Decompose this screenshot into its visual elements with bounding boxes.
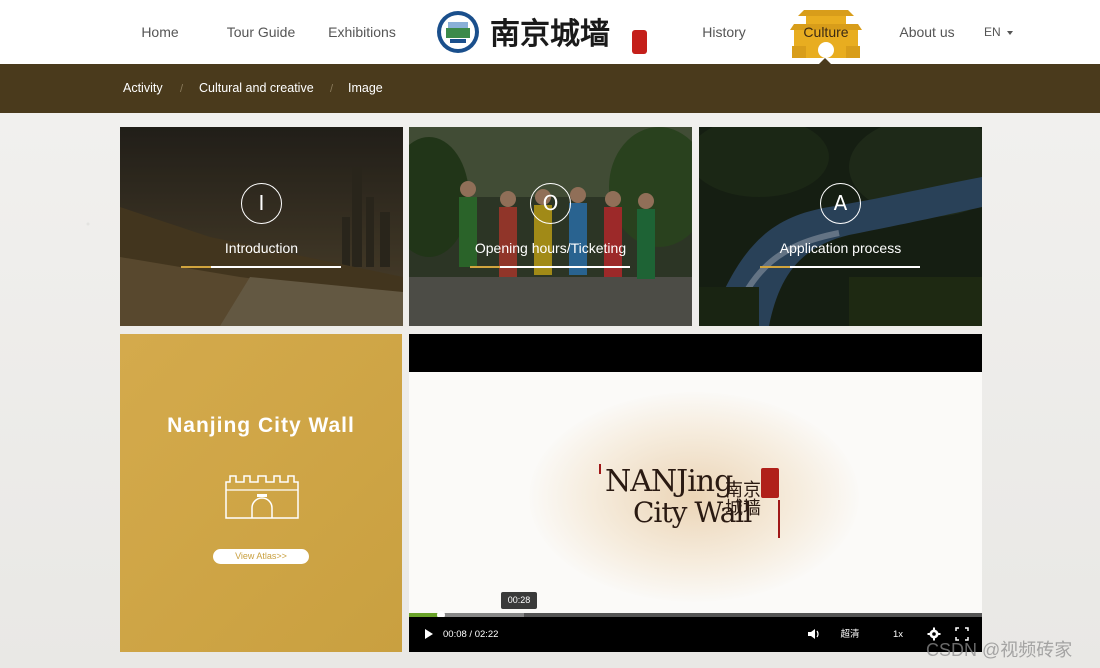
view-atlas-button[interactable]: View Atlas>>: [213, 549, 309, 564]
card-title: Introduction: [224, 240, 299, 256]
svg-text:南京城墙: 南京城墙: [490, 17, 610, 52]
nav-culture[interactable]: Culture: [790, 6, 862, 58]
promo-title: Nanjing City Wall: [167, 414, 355, 437]
red-seal-icon: [761, 468, 779, 498]
card-introduction[interactable]: I Introduction: [120, 127, 403, 326]
card-letter: O: [530, 183, 571, 224]
seek-time-tooltip: 00:28: [501, 592, 537, 609]
speed-selector[interactable]: 1x: [885, 617, 911, 652]
card-title: Application process: [779, 240, 902, 256]
card-opening-hours[interactable]: O Opening hours/Ticketing: [409, 127, 692, 326]
logo-emblem-icon: 南京城墙: [437, 11, 647, 54]
subnav-separator: /: [330, 83, 334, 95]
nav-culture-label: Culture: [803, 24, 849, 40]
nav-exhibitions[interactable]: Exhibitions: [326, 0, 398, 64]
decor-line: [599, 464, 601, 474]
nav-about-us[interactable]: About us: [896, 0, 958, 64]
card-letter: A: [820, 183, 861, 224]
city-wall-promo-panel: Nanjing City Wall View Atlas>>: [120, 334, 402, 652]
video-time: 00:08 / 02:22: [443, 629, 499, 640]
video-letterbox: [409, 334, 982, 372]
card-overlay: [699, 127, 982, 326]
card-application-process[interactable]: A Application process: [699, 127, 982, 326]
video-title-chinese: 南京城墙: [725, 480, 761, 519]
play-icon[interactable]: [425, 629, 433, 639]
city-gate-icon: [225, 475, 299, 519]
nav-tour-guide[interactable]: Tour Guide: [224, 0, 298, 64]
language-label: EN: [984, 25, 1001, 39]
subnav-cultural-creative[interactable]: Cultural and creative: [199, 64, 314, 113]
video-title-line-1: NANJing: [605, 464, 733, 499]
decor-line: [778, 500, 780, 538]
nanjing-city-wall-logo[interactable]: 南京城墙: [436, 8, 652, 58]
csdn-watermark: CSDN @视频砖家: [926, 640, 1073, 660]
card-underline-accent: [760, 266, 790, 268]
card-title: Opening hours/Ticketing: [474, 240, 627, 256]
active-pointer: [819, 58, 831, 64]
sub-navigation-bar: [0, 64, 1100, 113]
card-overlay: [409, 127, 692, 326]
subnav-separator: /: [180, 83, 184, 95]
card-overlay: [120, 127, 403, 326]
nav-home[interactable]: Home: [138, 0, 182, 64]
video-frame[interactable]: NANJing City Wall 南京城墙: [409, 372, 982, 615]
subnav-activity[interactable]: Activity: [123, 64, 163, 113]
subnav-image[interactable]: Image: [348, 64, 383, 113]
caret-down-icon: [1006, 30, 1013, 35]
volume-icon[interactable]: [807, 627, 821, 641]
language-selector[interactable]: EN: [984, 0, 1013, 64]
video-controls: 00:08 / 02:22 超清 1x: [409, 617, 982, 652]
card-underline-accent: [470, 266, 500, 268]
nav-history[interactable]: History: [700, 0, 748, 64]
card-underline-accent: [181, 266, 211, 268]
quality-selector[interactable]: 超清: [835, 617, 865, 652]
card-letter: I: [241, 183, 282, 224]
